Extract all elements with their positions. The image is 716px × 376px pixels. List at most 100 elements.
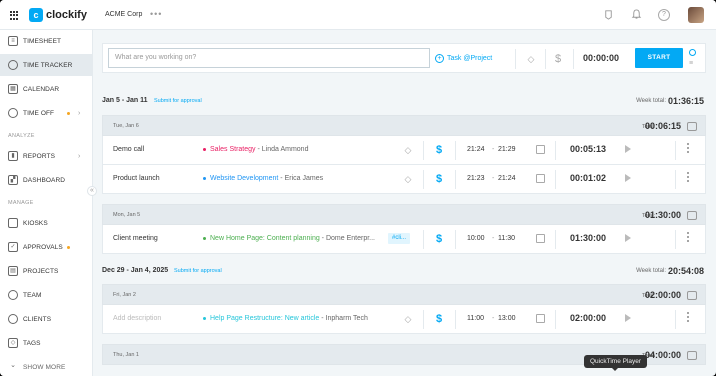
billable-icon[interactable]: $ [555, 53, 561, 65]
workspace-menu-icon[interactable]: ••• [150, 9, 162, 19]
sidebar-item-show-more[interactable]: ⌄ SHOW MORE [0, 356, 93, 376]
sidebar-item-team[interactable]: TEAM [0, 284, 93, 306]
sidebar-item-label: TIMESHEET [23, 37, 62, 45]
project-picker[interactable]: + Task @Project [435, 54, 492, 63]
manual-mode-icon[interactable]: ≡ [689, 60, 696, 67]
sidebar-item-projects[interactable]: ▤ PROJECTS [0, 260, 93, 282]
notification-bell-icon[interactable] [630, 9, 642, 21]
bulk-edit-icon[interactable] [687, 211, 697, 220]
start-button[interactable]: START [635, 48, 683, 68]
gift-icon[interactable] [602, 9, 614, 21]
day-label: Tue, Jan 6 [113, 123, 139, 129]
time-off-badge [67, 111, 70, 115]
sidebar-item-approvals[interactable]: ✓ APPROVALS [0, 236, 93, 258]
app-name[interactable]: clockify [46, 8, 87, 22]
time-entry-row: Client meeting New Home Page: Content pl… [102, 225, 706, 254]
entry-start-time[interactable]: 10:00 [467, 235, 485, 242]
entry-description[interactable]: Client meeting [113, 235, 158, 242]
entry-project[interactable]: New Home Page: Content planning - Dome E… [203, 235, 375, 242]
sidebar-item-reports[interactable]: ▮ REPORTS › [0, 145, 93, 167]
timer-bar: What are you working on? + Task @Project … [102, 43, 706, 73]
entry-description[interactable]: Demo call [113, 146, 144, 153]
calendar-icon[interactable] [536, 314, 545, 323]
sidebar-item-dashboard[interactable]: ▞ DASHBOARD [0, 169, 93, 191]
divider [675, 230, 676, 249]
workspace-name[interactable]: ACME Corp [105, 11, 142, 18]
entry-end-time[interactable]: 11:30 [498, 235, 515, 242]
sidebar-item-label: PROJECTS [23, 267, 59, 275]
client-name: Erica James [284, 175, 324, 182]
play-icon[interactable] [625, 145, 631, 153]
divider [555, 141, 556, 160]
day-total: 01:30:00 [644, 210, 681, 220]
time-off-icon [8, 108, 18, 118]
entry-duration[interactable]: 02:00:00 [570, 313, 606, 323]
chevron-right-icon: › [78, 152, 81, 160]
entry-project[interactable]: Website Development - Erica James [203, 175, 323, 182]
entry-project[interactable]: Help Page Restructure: New article - Inp… [203, 315, 368, 322]
entry-description[interactable]: Product launch [113, 175, 160, 182]
tag-icon[interactable]: ◇ [403, 314, 413, 324]
entry-end-time[interactable]: 13:00 [498, 315, 516, 322]
billable-icon[interactable]: $ [436, 313, 442, 325]
user-avatar[interactable] [688, 7, 704, 23]
entry-start-time[interactable]: 11:00 [467, 315, 484, 322]
entry-start-time[interactable]: 21:24 [467, 146, 485, 153]
sidebar-item-tags[interactable]: ◇ TAGS [0, 332, 93, 354]
sidebar-item-timesheet[interactable]: ≡ TIMESHEET [0, 30, 93, 52]
bulk-edit-icon[interactable] [687, 291, 697, 300]
time-separator: - [492, 315, 495, 322]
sidebar-item-calendar[interactable]: ▦ CALENDAR [0, 78, 93, 100]
clock-icon [8, 60, 18, 70]
entry-duration[interactable]: 00:01:02 [570, 173, 606, 183]
tag-icon[interactable]: ◇ [526, 54, 536, 64]
sidebar-item-kiosks[interactable]: KIOSKS [0, 212, 93, 234]
more-options-icon[interactable] [687, 312, 691, 324]
sidebar-item-label: DASHBOARD [23, 176, 66, 184]
entry-duration[interactable]: 00:05:13 [570, 144, 606, 154]
client-name: Dome Enterpr... [325, 235, 375, 242]
entry-end-time[interactable]: 21:29 [498, 146, 516, 153]
tag-icon[interactable]: ◇ [403, 174, 413, 184]
sidebar-item-label: TIME TRACKER [23, 61, 73, 69]
section-analyze: ANALYZE [8, 133, 35, 139]
calendar-icon[interactable] [536, 234, 545, 243]
timer-mode-icon[interactable] [689, 49, 696, 56]
help-icon[interactable]: ? [658, 9, 670, 21]
week-total: 20:54:08 [667, 266, 704, 276]
project-name: Help Page Restructure: New article [210, 315, 320, 322]
entry-duration[interactable]: 01:30:00 [570, 233, 606, 243]
sidebar-item-time-off[interactable]: TIME OFF › [0, 102, 93, 124]
play-icon[interactable] [625, 314, 631, 322]
billable-icon[interactable]: $ [436, 173, 442, 185]
billable-icon[interactable]: $ [436, 233, 442, 245]
bulk-edit-icon[interactable] [687, 122, 697, 131]
entry-start-time[interactable]: 21:23 [467, 175, 485, 182]
tag-icon[interactable]: ◇ [403, 145, 413, 155]
play-icon[interactable] [625, 174, 631, 182]
entry-project[interactable]: Sales Strategy - Linda Ammond [203, 146, 308, 153]
calendar-icon[interactable] [536, 145, 545, 154]
day-total: 02:00:00 [644, 290, 681, 300]
play-icon[interactable] [625, 234, 631, 242]
description-input[interactable]: What are you working on? [108, 48, 430, 68]
calendar-icon[interactable] [536, 174, 545, 183]
billable-icon[interactable]: $ [436, 144, 442, 156]
submit-approval-link[interactable]: Submit for approval [154, 98, 202, 104]
more-options-icon[interactable] [687, 172, 691, 184]
client-name: Inpharm Tech [325, 315, 368, 322]
tag-chip[interactable]: #cli... [388, 233, 411, 244]
collapse-sidebar-button[interactable]: « [87, 186, 97, 196]
time-entry-row: Product launch Website Development - Eri… [102, 165, 706, 194]
submit-approval-link[interactable]: Submit for approval [174, 268, 222, 274]
app-grid-icon[interactable] [10, 11, 19, 20]
divider [455, 170, 456, 189]
entry-description[interactable]: Add description [113, 315, 161, 322]
more-options-icon[interactable] [687, 143, 691, 155]
sidebar-item-clients[interactable]: CLIENTS [0, 308, 93, 330]
more-options-icon[interactable] [687, 232, 691, 244]
clockify-logo-icon[interactable]: c [29, 8, 43, 22]
sidebar-item-time-tracker[interactable]: TIME TRACKER [0, 54, 93, 76]
entry-end-time[interactable]: 21:24 [498, 175, 516, 182]
bulk-edit-icon[interactable] [687, 351, 697, 360]
